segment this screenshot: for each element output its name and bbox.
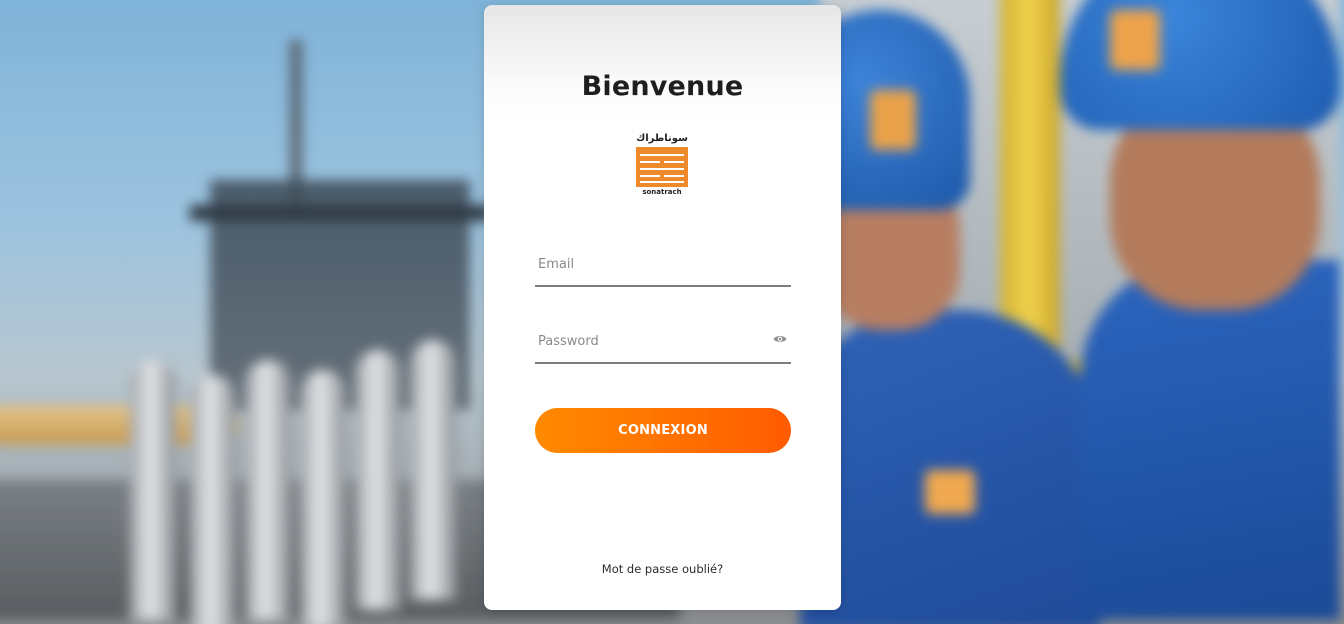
background-chest-badge [925, 470, 975, 514]
background-worker-body [800, 310, 1100, 624]
background-helmet-badge [870, 90, 916, 150]
logo-latin-text: sonatrach [642, 188, 682, 196]
background-beam [190, 205, 490, 221]
logo-stripe [664, 175, 684, 177]
logo-stripe [640, 181, 684, 183]
connexion-button[interactable]: CONNEXION [535, 408, 791, 453]
background-helmet-badge [1110, 10, 1160, 70]
logo-stripe [640, 168, 684, 170]
email-field [535, 245, 791, 287]
background-pipe [245, 360, 291, 620]
forgot-password-link[interactable]: Mot de passe oublié? [484, 562, 841, 576]
logo-stripe [640, 175, 660, 177]
logo-stripe [640, 154, 684, 156]
background-pipe [190, 375, 236, 624]
login-card: Bienvenue سوناطراك sonatrach CONNEXION M… [484, 5, 841, 610]
background-pipe [130, 360, 176, 620]
password-input[interactable] [535, 328, 758, 354]
background-pipe [410, 340, 456, 600]
logo-arabic-text: سوناطراك [636, 133, 688, 144]
welcome-title: Bienvenue [581, 71, 744, 102]
background-worker-body [1080, 260, 1340, 620]
email-input[interactable] [535, 251, 758, 277]
background-worker-helmet [1060, 0, 1340, 130]
sonatrach-logo: سوناطراك sonatrach [634, 133, 690, 199]
background-pipe [300, 370, 346, 624]
password-field [535, 322, 791, 364]
eye-icon[interactable] [773, 334, 787, 344]
logo-stripe [664, 161, 684, 163]
logo-mark [636, 147, 688, 187]
logo-stripe [640, 161, 660, 163]
background-pipe [355, 350, 401, 610]
